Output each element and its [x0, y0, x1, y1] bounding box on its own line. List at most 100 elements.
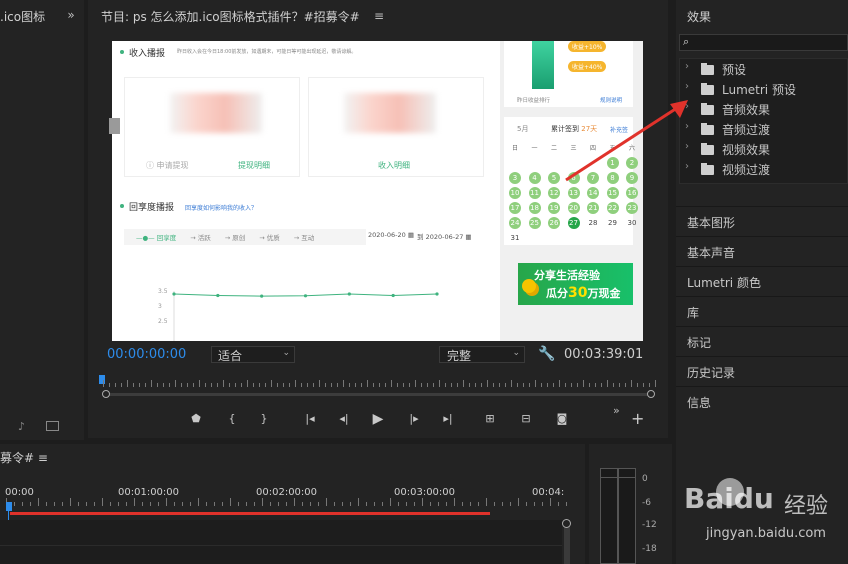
calendar-day[interactable]: 30: [626, 217, 638, 229]
ruler-tick: [253, 383, 254, 387]
add-button-icon[interactable]: +: [631, 409, 644, 428]
extract-icon[interactable]: ⊟: [517, 410, 535, 428]
timeline-tab[interactable]: 募令# ≡: [0, 449, 48, 466]
wrench-icon[interactable]: 🔧: [538, 346, 555, 362]
timeline-playhead[interactable]: [6, 502, 12, 511]
effects-tree-item[interactable]: › Lumetri 预设: [680, 79, 840, 99]
date-to[interactable]: 到 2020-06-27 ▦: [417, 231, 472, 241]
calendar-day[interactable]: 11: [528, 187, 541, 199]
engagement-link[interactable]: 回享度如何影响我的收入？: [185, 203, 257, 212]
timeline-tick: [462, 502, 463, 506]
monitor-ruler[interactable]: [103, 380, 656, 390]
export-frame-icon[interactable]: ◙: [553, 410, 571, 428]
panel-section-tab[interactable]: 基本声音: [676, 236, 848, 266]
panel-section-tab[interactable]: 标记: [676, 326, 848, 356]
timeline-tick: [302, 502, 303, 506]
zoom-select[interactable]: 适合 ⌄: [211, 346, 295, 363]
calendar-day[interactable]: 25: [528, 217, 541, 229]
calendar-day[interactable]: 20: [567, 202, 580, 214]
calendar-day[interactable]: 27: [567, 217, 580, 229]
panel-section-tab[interactable]: 基本图形: [676, 206, 848, 236]
new-item-icon[interactable]: [46, 421, 59, 431]
chart-tab[interactable]: → 原创: [225, 234, 246, 242]
program-monitor-title[interactable]: 节目: ps 怎么添加.ico图标格式插件？#招募令#: [101, 8, 360, 25]
timeline-tick: [366, 502, 367, 506]
effects-tree-item[interactable]: › 视频过渡: [680, 159, 840, 179]
video-frame: 收入播报 昨日收入会在今日18:00前发放，如遇期末，可能日等可能出现延迟，敬请…: [112, 41, 643, 341]
calendar-day[interactable]: 21: [587, 202, 599, 214]
effects-tree-item[interactable]: › 音频过渡: [680, 119, 840, 139]
effects-tree-item[interactable]: › 视频效果: [680, 139, 840, 159]
quality-select[interactable]: 完整 ⌄: [439, 346, 525, 363]
panel-section-tab[interactable]: 信息: [676, 386, 848, 416]
lift-icon[interactable]: ⊞: [481, 410, 499, 428]
chart-tab[interactable]: → 优质: [259, 234, 280, 242]
out-point-icon[interactable]: }: [255, 410, 273, 428]
scroll-handle-left[interactable]: [102, 390, 110, 398]
zoom-scrollbar[interactable]: [104, 393, 652, 396]
work-area-bar[interactable]: [10, 512, 490, 515]
timeline-ruler[interactable]: 00:00 00:01:00:00 00:02:00:00 00:03:00:00 00…: [0, 482, 570, 512]
chevron-right-icon[interactable]: ›: [685, 61, 689, 72]
scroll-handle-right[interactable]: [647, 390, 655, 398]
calendar-day[interactable]: 17: [509, 202, 521, 214]
ruler-tick: [103, 380, 104, 387]
calendar-day[interactable]: 19: [548, 202, 560, 214]
project-tab[interactable]: .ico图标: [0, 8, 45, 25]
panel-menu-icon[interactable]: ≡: [38, 451, 48, 465]
calendar-day[interactable]: 4: [528, 172, 541, 184]
step-forward-icon[interactable]: |▸: [405, 410, 423, 428]
go-to-out-icon[interactable]: ▸|: [439, 410, 457, 428]
calendar-day[interactable]: 10: [509, 187, 521, 199]
ruler-tick: [451, 383, 452, 387]
calendar-day[interactable]: 22: [606, 202, 619, 214]
ruler-tick: [541, 383, 542, 387]
timeline-tick: [350, 502, 351, 506]
promo-banner[interactable]: 分享生活经验 瓜分30万现金: [518, 263, 633, 305]
calendar-day[interactable]: 28: [587, 217, 599, 229]
timeline-tick: [398, 502, 399, 506]
go-to-in-icon[interactable]: |◂: [301, 410, 319, 428]
timeline-tick: [542, 502, 543, 506]
timeline-tick: [46, 502, 47, 506]
effects-search[interactable]: ⌕: [679, 34, 848, 51]
effects-title[interactable]: 效果: [687, 8, 711, 25]
timeline-ruler-label: 00:02:00:00: [256, 487, 318, 498]
play-icon[interactable]: ▶: [369, 410, 387, 428]
double-chevron-right-icon[interactable]: »: [613, 404, 620, 417]
chart-tab[interactable]: —●— 回享度: [136, 234, 176, 242]
calendar-day[interactable]: 26: [548, 217, 560, 229]
music-note-icon[interactable]: ♪: [18, 420, 25, 433]
double-chevron-right-icon[interactable]: »: [64, 7, 78, 23]
panel-section-tab[interactable]: Lumetri 颜色: [676, 266, 848, 296]
calendar-day[interactable]: 3: [509, 172, 521, 184]
calendar-day[interactable]: 23: [626, 202, 638, 214]
calendar-day[interactable]: 29: [607, 217, 619, 229]
marker-icon[interactable]: ⬟: [187, 410, 205, 428]
date-from[interactable]: 2020-06-20 ▦: [368, 231, 414, 239]
withdraw-detail-link[interactable]: 提现明细: [238, 160, 270, 171]
scroll-handle-top[interactable]: [562, 519, 571, 528]
panel-section-tab[interactable]: 库: [676, 296, 848, 326]
calendar-day[interactable]: 5: [548, 172, 560, 184]
ruler-tick: [457, 383, 458, 387]
panel-menu-icon[interactable]: ≡: [374, 9, 384, 23]
ruler-tick: [163, 383, 164, 387]
calendar-day[interactable]: 12: [548, 187, 560, 199]
watermark-brand: Baidu: [684, 482, 774, 515]
income-detail-link[interactable]: 收入明细: [378, 160, 410, 171]
calendar-day[interactable]: 18: [528, 202, 541, 214]
in-point-icon[interactable]: {: [223, 410, 241, 428]
current-timecode[interactable]: 00:00:00:00: [107, 347, 186, 362]
calendar-day[interactable]: 24: [509, 217, 521, 229]
ruler-tick: [235, 383, 236, 387]
withdraw-link[interactable]: ⓘ 申请提现: [146, 160, 189, 171]
step-back-icon[interactable]: ◂|: [335, 410, 353, 428]
chart-tab[interactable]: → 互动: [294, 234, 315, 242]
chart-tab[interactable]: → 活跃: [190, 234, 211, 242]
timeline-tick: [494, 502, 495, 506]
calendar-day[interactable]: 31: [509, 232, 521, 244]
effects-tree-item[interactable]: › 音频效果: [680, 99, 840, 119]
effects-tree-item[interactable]: › 预设: [680, 59, 840, 79]
panel-section-tab[interactable]: 历史记录: [676, 356, 848, 386]
